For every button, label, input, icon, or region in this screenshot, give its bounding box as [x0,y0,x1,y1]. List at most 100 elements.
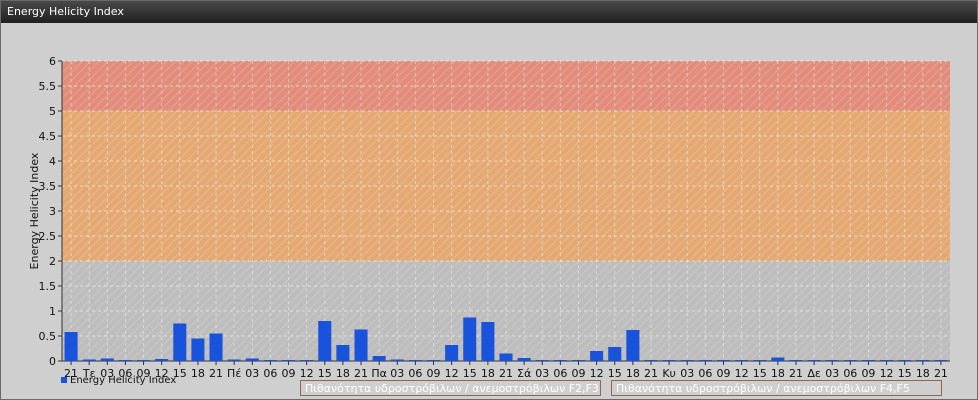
bar[interactable] [880,360,894,361]
x-tick-label: 12 [590,367,604,380]
bar[interactable] [553,360,567,361]
x-tick-label: 06 [843,367,857,380]
bar[interactable] [898,360,912,361]
bar[interactable] [390,359,404,362]
bar[interactable] [789,360,803,361]
bar[interactable] [825,360,839,361]
x-tick-label: Κυ [662,367,676,380]
legend-band-f4-f5-label: Πιθανότητα υδροστρόβιλων / ανεμοστρόβιλω… [616,382,910,395]
bar[interactable] [445,345,459,361]
y-axis-title: Energy Helicity Index [28,152,41,269]
legend-series[interactable]: Energy Helicity Index [61,375,176,386]
y-tick-label: 1 [49,305,56,318]
bar[interactable] [934,360,948,361]
bar[interactable] [535,360,549,361]
bar[interactable] [716,360,730,361]
bar[interactable] [372,356,386,361]
bar[interactable] [408,360,422,361]
y-tick-label: 0 [49,355,56,368]
bar[interactable] [263,360,277,361]
x-tick-label: 12 [880,367,894,380]
legend-series-label: Energy Helicity Index [70,375,177,386]
bar[interactable] [173,323,187,362]
x-tick-label: 03 [680,367,694,380]
legend-series-swatch [61,377,67,383]
legend-band-f2-f3[interactable]: Πιθανότητα υδροστρόβιλων / ανεμοστρόβιλω… [300,380,601,396]
bar[interactable] [318,321,332,361]
bar[interactable] [662,360,676,361]
x-tick-label: 12 [445,367,459,380]
bar[interactable] [680,360,694,361]
x-tick-label: 06 [698,367,712,380]
x-tick-label: 15 [463,367,477,380]
bar[interactable] [735,360,749,361]
bar[interactable] [698,360,712,361]
x-tick-label: 18 [481,367,495,380]
x-tick-label: 09 [427,367,441,380]
x-tick-label: 09 [282,367,296,380]
bar[interactable] [155,359,169,361]
x-tick-label: 12 [300,367,314,380]
x-tick-label: Σά [517,367,531,380]
bar[interactable] [481,322,495,361]
x-tick-label: 21 [644,367,658,380]
x-tick-label: 09 [571,367,585,380]
x-tick-label: 21 [499,367,513,380]
bar[interactable] [753,360,767,361]
bar[interactable] [861,360,875,361]
x-tick-label: 06 [553,367,567,380]
x-tick-label: 15 [753,367,767,380]
x-tick-label: 06 [263,367,277,380]
x-tick-label: 18 [336,367,350,380]
bar[interactable] [608,347,622,361]
x-tick-label: 03 [535,367,549,380]
x-tick-label: 21 [934,367,948,380]
bar[interactable] [336,345,350,361]
x-tick-label: 09 [861,367,875,380]
bar[interactable] [590,351,604,361]
x-tick-label: 12 [735,367,749,380]
bar[interactable] [245,358,259,362]
bar[interactable] [227,359,241,362]
y-tick-label: 3.5 [39,180,57,193]
x-tick-label: 15 [318,367,332,380]
bar[interactable] [571,360,586,361]
energy-helicity-chart: 00.511.522.533.544.555.5621 Τε 03 06 09 12 15 1… [28,55,950,380]
bar[interactable] [209,333,223,362]
bar[interactable] [626,330,640,361]
bar[interactable] [807,360,821,361]
bar[interactable] [644,360,658,361]
legend-band-f4-f5[interactable]: Πιθανότητα υδροστρόβιλων / ανεμοστρόβιλω… [611,380,942,396]
x-tick-label: 21 [209,367,223,380]
bar[interactable] [771,357,785,362]
x-tick-label: 18 [626,367,640,380]
bar[interactable] [517,358,531,361]
bar[interactable] [191,338,205,362]
bar[interactable] [426,360,441,361]
bar[interactable] [137,360,151,361]
bar[interactable] [282,360,296,361]
x-tick-label: 18 [771,367,785,380]
x-tick-label: 06 [408,367,422,380]
bar[interactable] [843,360,857,361]
bar[interactable] [463,317,477,362]
bar[interactable] [300,360,314,361]
x-tick-label: 03 [390,367,404,380]
chart-panel: Energy Helicity Index 0 0.5 1 1.5 2 2.5 3 3.5 4 4… [0,0,978,400]
bar[interactable] [499,353,513,362]
y-tick-label: 2 [49,255,56,268]
bar[interactable] [64,332,78,361]
x-tick-label: 15 [898,367,912,380]
bar[interactable] [354,329,368,362]
legend-band-f2-f3-label: Πιθανότητα υδροστρόβιλων / ανεμοστρόβιλω… [305,382,599,395]
y-tick-label: 5.5 [39,80,57,93]
x-tick-label: Πέ [227,367,241,380]
x-tick-label: Δε [807,367,821,380]
bar[interactable] [82,359,96,362]
bar[interactable] [100,358,114,362]
x-tick-label: Πα [371,367,387,380]
bar[interactable] [916,360,930,361]
bar[interactable] [118,360,132,361]
y-tick-label: 1.5 [39,280,57,293]
x-tick-label: 09 [716,367,730,380]
